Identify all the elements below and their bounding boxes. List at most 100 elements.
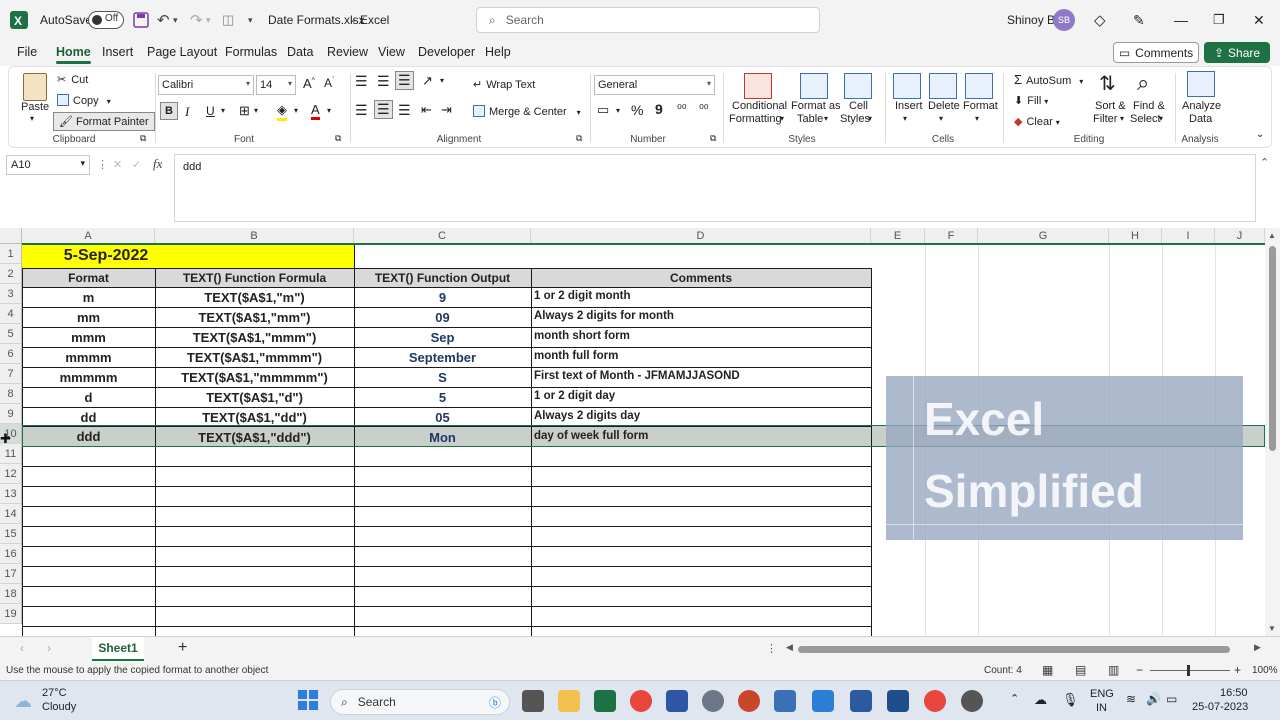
cell-formula[interactable]: TEXT($A$1,"d") xyxy=(155,388,354,408)
format-painter-button[interactable]: 🖌 Format Painter xyxy=(53,112,155,131)
normal-view-icon[interactable]: ▦ xyxy=(1042,663,1053,677)
decrease-font-icon[interactable]: Aˇ xyxy=(324,76,334,90)
collapse-formula-bar-icon[interactable]: ⌃ xyxy=(1260,156,1269,169)
more-options-icon[interactable]: ⋮ xyxy=(97,158,108,171)
fill-button[interactable]: ⬇ Fill ▾ xyxy=(1014,94,1048,107)
chrome-icon[interactable] xyxy=(630,690,652,712)
language-1[interactable]: ENG xyxy=(1090,688,1114,700)
cell-output[interactable]: Sep xyxy=(354,328,531,348)
row-header[interactable]: 17 xyxy=(0,564,22,584)
cell-formula[interactable]: TEXT($A$1,"mm") xyxy=(155,308,354,328)
cell-comment[interactable]: First text of Month - JFMAMJJASOND xyxy=(531,366,871,386)
align-top-icon[interactable]: ☰ xyxy=(355,73,368,90)
restore-icon[interactable]: ❐ xyxy=(1213,0,1225,40)
tab-data[interactable]: Data xyxy=(287,45,313,59)
cell-formula[interactable]: TEXT($A$1,"mmmmm") xyxy=(155,368,354,388)
cell-format[interactable]: mm xyxy=(22,308,155,328)
fill-color-icon[interactable]: ◈ xyxy=(277,102,287,121)
header-formula[interactable]: TEXT() Function Formula xyxy=(155,268,354,288)
taskbar-search[interactable]: ⌕ Search ⓑ xyxy=(330,689,510,715)
copy-button[interactable]: Copy ▾ xyxy=(57,94,111,107)
row-header[interactable]: 7 xyxy=(0,364,22,384)
orientation-dropdown-icon[interactable]: ▾ xyxy=(440,76,444,85)
task-view-icon[interactable] xyxy=(522,690,544,712)
app-icon[interactable] xyxy=(666,690,688,712)
cell-formula[interactable]: TEXT($A$1,"mmmm") xyxy=(155,348,354,368)
decrease-decimal-icon[interactable]: ⁰⁰ xyxy=(699,102,709,116)
cell-format[interactable]: mmmmm xyxy=(22,368,155,388)
row-header[interactable]: 2 xyxy=(0,264,22,284)
number-format-select[interactable]: General ▾ xyxy=(594,75,715,95)
cell-formula[interactable]: TEXT($A$1,"mmm") xyxy=(155,328,354,348)
file-explorer-icon[interactable] xyxy=(558,690,580,712)
name-box-dropdown-icon[interactable]: ▾ xyxy=(80,158,85,169)
tab-help[interactable]: Help xyxy=(485,45,511,59)
row-header[interactable]: 5 xyxy=(0,324,22,344)
autosave-toggle[interactable]: Off xyxy=(88,0,124,40)
align-center-icon[interactable]: ☰ xyxy=(374,100,393,119)
header-output[interactable]: TEXT() Function Output xyxy=(354,268,531,288)
cell-formula[interactable]: TEXT($A$1,"m") xyxy=(155,288,354,308)
cell-output[interactable]: 5 xyxy=(354,388,531,408)
row-header[interactable]: 1 xyxy=(0,244,22,264)
scroll-right-icon[interactable]: ▶ xyxy=(1254,642,1261,653)
underline-icon[interactable]: U xyxy=(206,104,215,118)
column-header-h[interactable]: H xyxy=(1109,228,1162,244)
excel-taskbar-icon[interactable] xyxy=(594,690,616,712)
pen-icon[interactable]: ✎ xyxy=(1133,0,1145,40)
vertical-scrollbar[interactable]: ▲ ▼ xyxy=(1265,228,1280,636)
prev-sheet-icon[interactable]: ‹ xyxy=(20,641,24,655)
row-header[interactable]: 14 xyxy=(0,504,22,524)
clear-button[interactable]: ◆ Clear ▾ xyxy=(1014,115,1060,128)
chrome-profile-icon[interactable] xyxy=(924,690,946,712)
row-header[interactable]: 8 xyxy=(0,384,22,404)
bold-icon[interactable]: B xyxy=(160,102,178,120)
onedrive-icon[interactable]: ☁ xyxy=(1034,692,1047,708)
borders-icon[interactable]: ⊞ xyxy=(239,103,250,119)
header-format[interactable]: Format xyxy=(22,268,155,288)
snip-icon[interactable] xyxy=(887,690,909,712)
align-right-icon[interactable]: ☰ xyxy=(398,102,411,119)
battery-icon[interactable]: ▭ xyxy=(1166,692,1177,706)
clipboard-launcher-icon[interactable]: ⧉ xyxy=(140,133,146,144)
font-name-select[interactable]: Calibri ▾ xyxy=(158,75,254,95)
borders-dropdown-icon[interactable]: ▾ xyxy=(254,106,258,115)
font-color-dropdown-icon[interactable]: ▾ xyxy=(327,106,331,115)
save-icon[interactable] xyxy=(133,0,149,40)
currency-dropdown-icon[interactable]: ▾ xyxy=(616,106,620,115)
microphone-icon[interactable]: 🎙 xyxy=(1062,692,1079,708)
photos-icon[interactable] xyxy=(850,690,872,712)
horizontal-scroll-thumb[interactable] xyxy=(798,646,1230,653)
row-header[interactable]: 11 xyxy=(0,444,22,464)
language-2[interactable]: IN xyxy=(1096,702,1107,714)
cut-button[interactable]: ✂ Cut xyxy=(57,73,88,86)
column-header-g[interactable]: G xyxy=(978,228,1109,244)
select-all-corner[interactable] xyxy=(0,228,22,244)
page-break-view-icon[interactable]: ▥ xyxy=(1108,663,1119,677)
comments-button[interactable]: ▭ Comments xyxy=(1113,42,1199,63)
minimize-icon[interactable]: — xyxy=(1174,0,1188,40)
cell-output[interactable]: 09 xyxy=(354,308,531,328)
row-header[interactable]: 16 xyxy=(0,544,22,564)
cell-format[interactable]: mmm xyxy=(22,328,155,348)
increase-indent-icon[interactable]: ⇥ xyxy=(441,102,452,118)
row-header[interactable]: 12 xyxy=(0,464,22,484)
row-header[interactable]: 19 xyxy=(0,604,22,624)
wrap-text-button[interactable]: ↵ Wrap Text xyxy=(473,78,535,91)
currency-icon[interactable]: ▭ xyxy=(597,102,609,118)
cell-comment[interactable]: month full form xyxy=(531,346,871,366)
font-size-select[interactable]: 14 ▾ xyxy=(256,75,296,95)
tab-review[interactable]: Review xyxy=(327,45,368,59)
row-header[interactable]: 3 xyxy=(0,284,22,304)
vertical-scroll-thumb[interactable] xyxy=(1269,246,1276,451)
clock-date[interactable]: 25-07-2023 xyxy=(1192,701,1248,713)
underline-dropdown-icon[interactable]: ▾ xyxy=(221,106,225,115)
font-color-icon[interactable]: A xyxy=(311,102,320,120)
close-icon[interactable]: ✕ xyxy=(1253,0,1265,40)
comma-icon[interactable]: 9 xyxy=(655,101,663,117)
cell-output[interactable]: September xyxy=(354,348,531,368)
sheet-tab-sheet1[interactable]: Sheet1 xyxy=(92,637,144,661)
weather-desc[interactable]: Cloudy xyxy=(42,701,76,713)
customize-qat-icon[interactable]: ▾ xyxy=(248,0,253,40)
github-icon[interactable] xyxy=(961,690,983,712)
